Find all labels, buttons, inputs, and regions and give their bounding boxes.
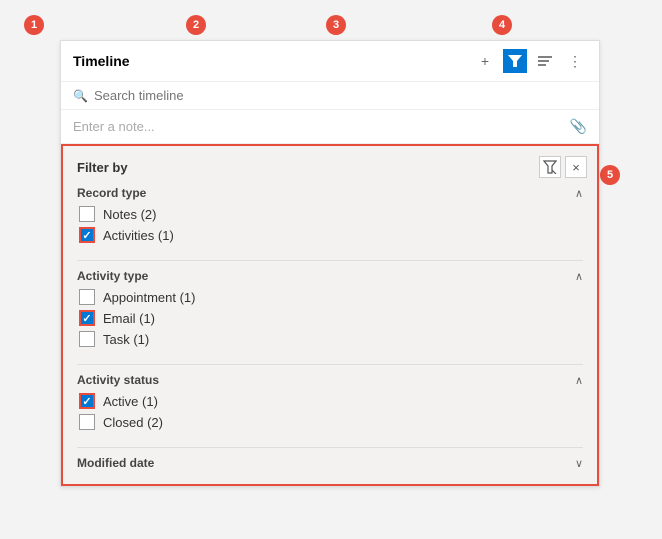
filter-clear-button[interactable] — [539, 156, 561, 178]
filter-by-label: Filter by — [77, 160, 128, 175]
badge-3: 2 — [186, 15, 206, 35]
timeline-title: Timeline — [73, 53, 473, 69]
activities-checkbox[interactable] — [79, 227, 95, 243]
active-checkbox[interactable] — [79, 393, 95, 409]
activity-status-chevron[interactable]: ∧ — [575, 374, 583, 387]
search-bar: 🔍 — [61, 82, 599, 110]
search-input[interactable] — [94, 88, 587, 103]
more-button[interactable]: ⋮ — [563, 49, 587, 73]
modified-date-label: Modified date — [77, 456, 154, 470]
filter-button[interactable] — [503, 49, 527, 73]
filter-section-modified-date: Modified date ∨ — [63, 456, 597, 484]
badge-5: 5 — [600, 165, 620, 185]
filter-close-button[interactable]: × — [565, 156, 587, 178]
note-input-area: Enter a note... 📎 — [61, 110, 599, 144]
task-label: Task (1) — [103, 332, 149, 347]
header-actions: + ⋮ — [473, 49, 587, 73]
timeline-header: Timeline + ⋮ — [61, 41, 599, 82]
search-icon: 🔍 — [73, 89, 88, 103]
notes-label: Notes (2) — [103, 207, 156, 222]
modified-date-chevron[interactable]: ∨ — [575, 457, 583, 470]
list-item: Closed (2) — [77, 414, 583, 430]
record-type-header: Record type ∧ — [77, 186, 583, 200]
activity-type-header: Activity type ∧ — [77, 269, 583, 283]
add-button[interactable]: + — [473, 49, 497, 73]
divider-3 — [77, 447, 583, 448]
filter-section-activity-status: Activity status ∧ Active (1) Closed (2) — [63, 373, 597, 443]
modified-date-header: Modified date ∨ — [77, 456, 583, 470]
closed-checkbox[interactable] — [79, 414, 95, 430]
filter-section-activity-type: Activity type ∧ Appointment (1) Email (1… — [63, 269, 597, 360]
notes-checkbox[interactable] — [79, 206, 95, 222]
activity-status-header: Activity status ∧ — [77, 373, 583, 387]
clear-filter-icon — [543, 160, 557, 174]
sort-button[interactable] — [533, 49, 557, 73]
list-item: Task (1) — [77, 331, 583, 347]
list-item: Activities (1) — [77, 227, 583, 243]
list-item: Email (1) — [77, 310, 583, 326]
list-item: Active (1) — [77, 393, 583, 409]
list-item: Notes (2) — [77, 206, 583, 222]
close-icon: × — [572, 160, 580, 175]
badge-2: 3 — [326, 15, 346, 35]
filter-section-record-type: Record type ∧ Notes (2) Activities (1) — [63, 186, 597, 256]
activity-status-label: Activity status — [77, 373, 159, 387]
activity-type-label: Activity type — [77, 269, 148, 283]
appointment-label: Appointment (1) — [103, 290, 196, 305]
task-checkbox[interactable] — [79, 331, 95, 347]
timeline-panel: Timeline + ⋮ 🔍 Enter a note... 📎 — [60, 40, 600, 487]
filter-panel: Filter by × Record type ∧ — [61, 144, 599, 486]
sort-icon — [538, 55, 552, 67]
filter-panel-header: Filter by × — [63, 156, 597, 186]
filter-icon — [508, 54, 522, 68]
attachment-icon: 📎 — [570, 118, 587, 135]
activity-type-chevron[interactable]: ∧ — [575, 270, 583, 283]
closed-label: Closed (2) — [103, 415, 163, 430]
list-item: Appointment (1) — [77, 289, 583, 305]
email-checkbox[interactable] — [79, 310, 95, 326]
badge-4: 1 — [24, 15, 44, 35]
appointment-checkbox[interactable] — [79, 289, 95, 305]
divider-2 — [77, 364, 583, 365]
email-label: Email (1) — [103, 311, 155, 326]
note-placeholder: Enter a note... — [73, 119, 155, 134]
record-type-label: Record type — [77, 186, 146, 200]
badge-1: 4 — [492, 15, 512, 35]
filter-panel-actions: × — [539, 156, 587, 178]
activities-label: Activities (1) — [103, 228, 174, 243]
record-type-chevron[interactable]: ∧ — [575, 187, 583, 200]
active-label: Active (1) — [103, 394, 158, 409]
divider-1 — [77, 260, 583, 261]
